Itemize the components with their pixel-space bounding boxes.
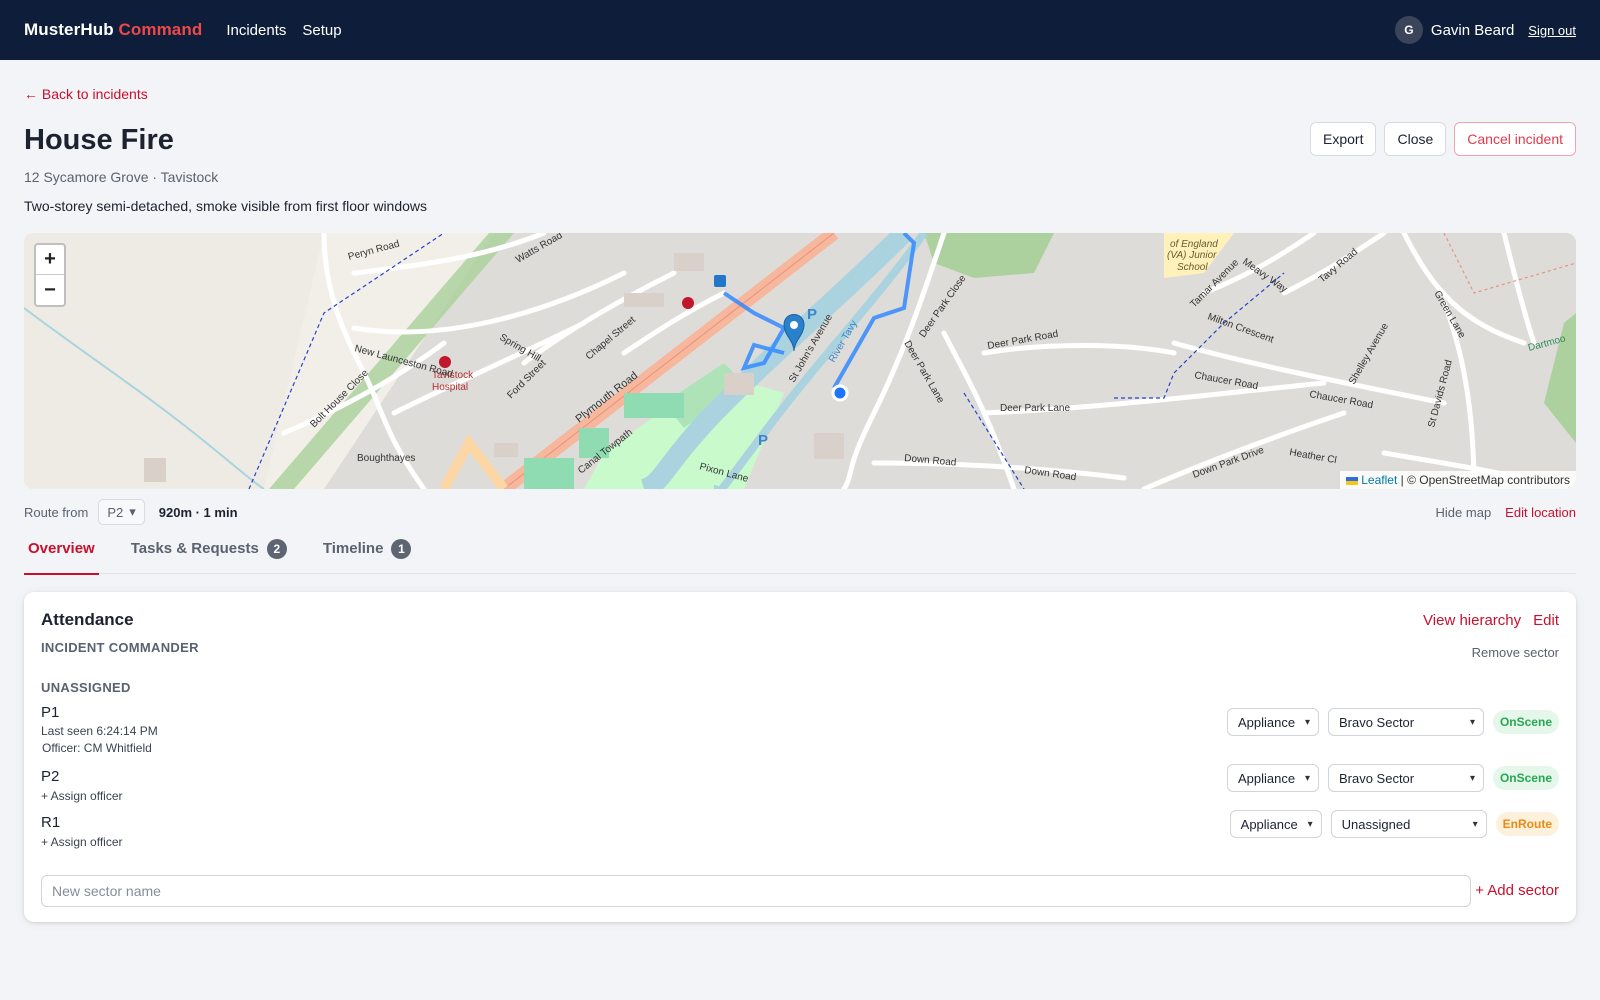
route-from-value: P2 [107,504,124,520]
incident-map[interactable]: P P Tavistock Hospital New Launceston Ro… [24,233,1576,489]
parking-label-1: P [807,306,817,323]
zoom-out-button[interactable]: − [36,275,64,305]
map-canvas[interactable]: P P Tavistock Hospital New Launceston Ro… [24,233,1576,489]
top-nav: Incidents Setup [226,22,341,39]
tab-timeline-label: Timeline [322,540,384,557]
hide-map-link[interactable]: Hide map [1436,505,1492,520]
map-label-school-1: of England [1170,239,1218,250]
unit-controls: Appliance ▾ Bravo Sector ▾ OnScene [1226,764,1559,792]
attendance-title: Attendance [41,610,134,629]
incident-actions: Export Close Cancel incident [1310,122,1576,156]
close-button[interactable]: Close [1384,122,1447,156]
unit-sector-value: Bravo Sector [1338,714,1415,730]
brand-logo[interactable]: MusterHub Command [24,20,202,40]
incident-address: 12 Sycamore Grove · Tavistock [24,169,219,185]
map-attribution: Leaflet | © OpenStreetMap contributors [1340,471,1576,489]
new-sector-input[interactable]: New sector name [41,875,1471,907]
status-badge: OnScene [1492,710,1559,734]
map-label-school-3: School [1177,262,1208,273]
list-item: R1 + Assign officer Appliance ▾ Unassigne… [41,810,1559,849]
chevron-down-icon: ▾ [1472,818,1478,830]
tab-overview-label: Overview [28,540,95,557]
remove-sector-link[interactable]: Remove sector [1472,645,1559,660]
list-item: P1 Last seen 6:24:14 PM Officer: CM Whit… [41,704,1559,755]
map-label-hospital-2: Hospital [432,382,468,393]
incident-tabs: Overview Tasks & Requests 2 Timeline 1 [24,539,1576,575]
unit-sector-value: Bravo Sector [1338,770,1415,786]
unit-type-select[interactable]: Appliance ▾ [1229,810,1322,838]
nav-incidents[interactable]: Incidents [226,22,286,39]
user-name: Gavin Beard [1430,21,1515,39]
osm-attribution: | © OpenStreetMap contributors [1400,473,1570,487]
edit-location-link[interactable]: Edit location [1505,505,1576,520]
parking-label-2: P [758,432,768,449]
unit-type-select[interactable]: Appliance ▾ [1226,708,1319,736]
back-to-incidents-link[interactable]: ← Back to incidents [24,86,148,102]
unassigned-label: UNASSIGNED [41,680,131,695]
add-sector-button[interactable]: + Add sector [1475,882,1559,899]
unit-sector-select[interactable]: Bravo Sector ▾ [1327,764,1484,792]
top-bar: MusterHub Command Incidents Setup G Gavi… [0,0,1600,60]
brand-accent: Command [118,20,203,39]
map-label-deer-park-lane-2: Deer Park Lane [1000,403,1070,414]
unit-sector-value: Unassigned [1341,816,1411,832]
list-item: P2 + Assign officer Appliance ▾ Bravo Sec… [41,764,1559,803]
leaflet-link[interactable]: Leaflet [1361,473,1397,487]
tab-tasks-label: Tasks & Requests [130,540,259,557]
user-menu: G Gavin Beard Sign out [1394,16,1576,44]
chevron-down-icon: ▾ [1304,772,1310,784]
unit-controls: Appliance ▾ Unassigned ▾ EnRoute [1229,810,1559,838]
attendance-actions: View hierarchy Edit [1423,612,1559,629]
sign-out-link[interactable]: Sign out [1528,23,1576,38]
map-label-school-2: (VA) Junior [1167,250,1217,261]
map-zoom-control: + − [34,243,66,307]
cancel-incident-button[interactable]: Cancel incident [1454,122,1576,156]
route-from-label: Route from [24,504,89,520]
unit-type-value: Appliance [1237,770,1296,786]
incident-description: Two-storey semi-detached, smoke visible … [24,198,428,214]
unit-controls: Appliance ▾ Bravo Sector ▾ OnScene [1226,708,1559,736]
nav-setup[interactable]: Setup [302,22,341,39]
attendance-card: Attendance View hierarchy Edit INCIDENT … [24,592,1576,922]
avatar[interactable]: G [1394,16,1423,44]
tab-timeline[interactable]: Timeline 1 [319,539,416,574]
brand-name: MusterHub [24,20,114,39]
ukraine-flag-icon [1346,476,1359,485]
tab-tasks-requests[interactable]: Tasks & Requests 2 [127,539,291,574]
chevron-down-icon: ▾ [1307,818,1313,830]
map-actions: Hide map Edit location [1436,505,1576,520]
chevron-down-icon: ▾ [1304,716,1310,728]
page-title: House Fire [24,124,174,156]
status-badge: EnRoute [1495,812,1559,836]
view-hierarchy-link[interactable]: View hierarchy [1423,612,1521,629]
status-badge: OnScene [1492,766,1559,790]
route-from-select[interactable]: P2 ▾ [98,499,145,525]
timeline-count-badge: 1 [391,539,412,559]
zoom-in-button[interactable]: + [36,245,64,275]
tab-overview[interactable]: Overview [24,540,99,575]
map-label-boughthayes: Boughthayes [357,453,415,464]
chevron-down-icon: ▾ [129,504,136,519]
export-button[interactable]: Export [1310,122,1377,156]
chevron-down-icon: ▾ [1469,716,1475,728]
unit-sector-select[interactable]: Bravo Sector ▾ [1327,708,1484,736]
route-info: 920m · 1 min [158,504,238,520]
tasks-count-badge: 2 [266,539,287,559]
unit-officer: Officer: CM Whitfield [42,741,152,755]
incident-commander-label: INCIDENT COMMANDER [41,640,199,655]
route-bar: Route from P2 ▾ 920m · 1 min Hide map Ed… [24,498,1576,526]
chevron-down-icon: ▾ [1469,772,1475,784]
edit-attendance-link[interactable]: Edit [1533,612,1559,629]
unit-type-select[interactable]: Appliance ▾ [1226,764,1319,792]
unit-type-value: Appliance [1237,714,1296,730]
unit-type-value: Appliance [1240,816,1298,832]
unit-sector-select[interactable]: Unassigned ▾ [1330,810,1487,838]
